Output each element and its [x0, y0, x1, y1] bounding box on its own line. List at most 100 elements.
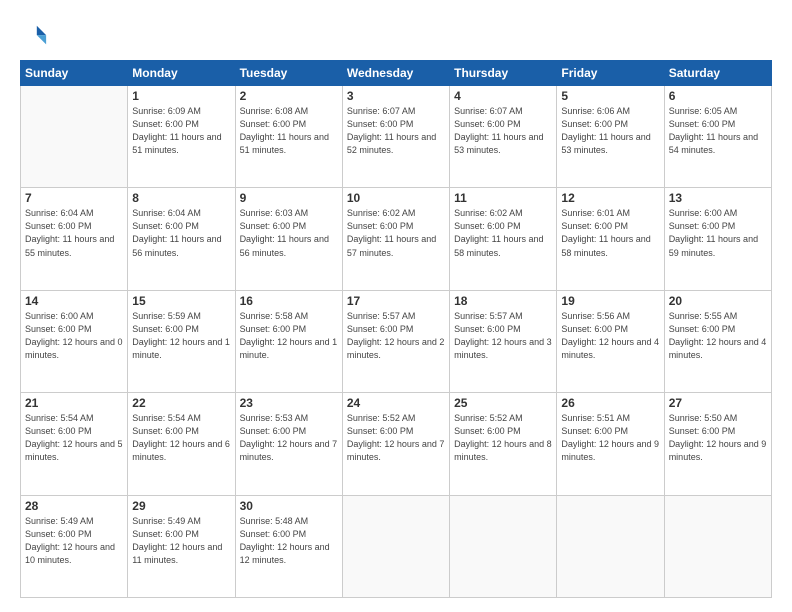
day-info: Sunrise: 5:58 AMSunset: 6:00 PMDaylight:…: [240, 310, 338, 362]
weekday-header-monday: Monday: [128, 61, 235, 86]
weekday-header-saturday: Saturday: [664, 61, 771, 86]
day-info: Sunrise: 5:59 AMSunset: 6:00 PMDaylight:…: [132, 310, 230, 362]
day-info: Sunrise: 6:09 AMSunset: 6:00 PMDaylight:…: [132, 105, 230, 157]
weekday-header-friday: Friday: [557, 61, 664, 86]
day-number: 10: [347, 191, 445, 205]
day-number: 14: [25, 294, 123, 308]
calendar-cell: 22Sunrise: 5:54 AMSunset: 6:00 PMDayligh…: [128, 393, 235, 495]
day-number: 17: [347, 294, 445, 308]
calendar-cell: 29 Sunrise: 5:49 AMSunset: 6:00 PMDayligh…: [128, 495, 235, 597]
day-number: 23: [240, 396, 338, 410]
calendar-cell: 27 Sunrise: 5:50 AMSunset: 6:00 PMDayligh…: [664, 393, 771, 495]
calendar-cell: [450, 495, 557, 597]
day-info: Sunrise: 5:56 AMSunset: 6:00 PMDaylight:…: [561, 310, 659, 362]
calendar-cell: 17 Sunrise: 5:57 AMSunset: 6:00 PMDayligh…: [342, 290, 449, 392]
calendar-cell: [342, 495, 449, 597]
calendar-cell: 20 Sunrise: 5:55 AMSunset: 6:00 PMDayligh…: [664, 290, 771, 392]
day-info: Sunrise: 6:03 AMSunset: 6:00 PMDaylight:…: [240, 207, 338, 259]
week-row-1: 1 Sunrise: 6:09 AMSunset: 6:00 PMDaylight…: [21, 86, 772, 188]
calendar-cell: 16 Sunrise: 5:58 AMSunset: 6:00 PMDayligh…: [235, 290, 342, 392]
day-info: Sunrise: 5:49 AMSunset: 6:00 PMDaylight:…: [132, 515, 230, 567]
page: SundayMondayTuesdayWednesdayThursdayFrid…: [0, 0, 792, 612]
calendar-cell: 4 Sunrise: 6:07 AMSunset: 6:00 PMDaylight…: [450, 86, 557, 188]
day-info: Sunrise: 5:57 AMSunset: 6:00 PMDaylight:…: [454, 310, 552, 362]
calendar-cell: 12 Sunrise: 6:01 AMSunset: 6:00 PMDayligh…: [557, 188, 664, 290]
calendar-cell: 30Sunrise: 5:48 AMSunset: 6:00 PMDayligh…: [235, 495, 342, 597]
day-info: Sunrise: 5:52 AMSunset: 6:00 PMDaylight:…: [347, 412, 445, 464]
day-number: 19: [561, 294, 659, 308]
day-info: Sunrise: 6:07 AMSunset: 6:00 PMDaylight:…: [347, 105, 445, 157]
weekday-header-thursday: Thursday: [450, 61, 557, 86]
calendar-cell: 28 Sunrise: 5:49 AMSunset: 6:00 PMDayligh…: [21, 495, 128, 597]
weekday-header-tuesday: Tuesday: [235, 61, 342, 86]
week-row-2: 7 Sunrise: 6:04 AMSunset: 6:00 PMDaylight…: [21, 188, 772, 290]
weekday-header-row: SundayMondayTuesdayWednesdayThursdayFrid…: [21, 61, 772, 86]
day-number: 30: [240, 499, 338, 513]
day-number: 18: [454, 294, 552, 308]
day-number: 24: [347, 396, 445, 410]
calendar-cell: 19 Sunrise: 5:56 AMSunset: 6:00 PMDayligh…: [557, 290, 664, 392]
calendar-cell: 9 Sunrise: 6:03 AMSunset: 6:00 PMDaylight…: [235, 188, 342, 290]
day-number: 11: [454, 191, 552, 205]
day-info: Sunrise: 5:55 AMSunset: 6:00 PMDaylight:…: [669, 310, 767, 362]
day-info: Sunrise: 6:04 AMSunset: 6:00 PMDaylight:…: [25, 207, 123, 259]
calendar-cell: 11Sunrise: 6:02 AMSunset: 6:00 PMDayligh…: [450, 188, 557, 290]
logo-icon: [20, 22, 48, 50]
day-number: 6: [669, 89, 767, 103]
calendar-cell: 7 Sunrise: 6:04 AMSunset: 6:00 PMDaylight…: [21, 188, 128, 290]
calendar-cell: 8 Sunrise: 6:04 AMSunset: 6:00 PMDaylight…: [128, 188, 235, 290]
calendar-cell: [21, 86, 128, 188]
calendar-cell: 13Sunrise: 6:00 AMSunset: 6:00 PMDayligh…: [664, 188, 771, 290]
day-info: Sunrise: 6:00 AMSunset: 6:00 PMDaylight:…: [669, 207, 767, 259]
day-number: 9: [240, 191, 338, 205]
calendar-cell: 6 Sunrise: 6:05 AMSunset: 6:00 PMDaylight…: [664, 86, 771, 188]
day-info: Sunrise: 5:54 AMSunset: 6:00 PMDaylight:…: [132, 412, 230, 464]
day-info: Sunrise: 5:53 AMSunset: 6:00 PMDaylight:…: [240, 412, 338, 464]
header: [20, 18, 772, 50]
calendar-cell: 25 Sunrise: 5:52 AMSunset: 6:00 PMDayligh…: [450, 393, 557, 495]
calendar-cell: 15Sunrise: 5:59 AMSunset: 6:00 PMDayligh…: [128, 290, 235, 392]
calendar-cell: [557, 495, 664, 597]
calendar-cell: [664, 495, 771, 597]
day-number: 29: [132, 499, 230, 513]
day-info: Sunrise: 6:05 AMSunset: 6:00 PMDaylight:…: [669, 105, 767, 157]
calendar-cell: 14 Sunrise: 6:00 AMSunset: 6:00 PMDayligh…: [21, 290, 128, 392]
week-row-4: 21 Sunrise: 5:54 AMSunset: 6:00 PMDayligh…: [21, 393, 772, 495]
day-number: 12: [561, 191, 659, 205]
day-number: 2: [240, 89, 338, 103]
calendar-cell: 3 Sunrise: 6:07 AMSunset: 6:00 PMDaylight…: [342, 86, 449, 188]
day-info: Sunrise: 5:51 AMSunset: 6:00 PMDaylight:…: [561, 412, 659, 464]
day-number: 26: [561, 396, 659, 410]
day-number: 4: [454, 89, 552, 103]
day-info: Sunrise: 6:04 AMSunset: 6:00 PMDaylight:…: [132, 207, 230, 259]
day-number: 3: [347, 89, 445, 103]
day-number: 1: [132, 89, 230, 103]
calendar-table: SundayMondayTuesdayWednesdayThursdayFrid…: [20, 60, 772, 598]
day-info: Sunrise: 6:07 AMSunset: 6:00 PMDaylight:…: [454, 105, 552, 157]
day-info: Sunrise: 6:02 AMSunset: 6:00 PMDaylight:…: [347, 207, 445, 259]
day-info: Sunrise: 5:50 AMSunset: 6:00 PMDaylight:…: [669, 412, 767, 464]
calendar-cell: 21Sunrise: 5:54 AMSunset: 6:00 PMDayligh…: [21, 393, 128, 495]
day-info: Sunrise: 5:57 AMSunset: 6:00 PMDaylight:…: [347, 310, 445, 362]
day-number: 16: [240, 294, 338, 308]
day-number: 8: [132, 191, 230, 205]
day-info: Sunrise: 6:00 AMSunset: 6:00 PMDaylight:…: [25, 310, 123, 362]
day-info: Sunrise: 5:52 AMSunset: 6:00 PMDaylight:…: [454, 412, 552, 464]
calendar-cell: 1 Sunrise: 6:09 AMSunset: 6:00 PMDaylight…: [128, 86, 235, 188]
day-info: Sunrise: 5:49 AMSunset: 6:00 PMDaylight:…: [25, 515, 123, 567]
day-number: 28: [25, 499, 123, 513]
week-row-5: 28 Sunrise: 5:49 AMSunset: 6:00 PMDayligh…: [21, 495, 772, 597]
calendar-cell: 23 Sunrise: 5:53 AMSunset: 6:00 PMDayligh…: [235, 393, 342, 495]
calendar-cell: 26 Sunrise: 5:51 AMSunset: 6:00 PMDayligh…: [557, 393, 664, 495]
calendar-cell: 10 Sunrise: 6:02 AMSunset: 6:00 PMDayligh…: [342, 188, 449, 290]
day-number: 25: [454, 396, 552, 410]
day-number: 20: [669, 294, 767, 308]
day-number: 21: [25, 396, 123, 410]
day-number: 27: [669, 396, 767, 410]
day-number: 7: [25, 191, 123, 205]
calendar-cell: 5Sunrise: 6:06 AMSunset: 6:00 PMDaylight…: [557, 86, 664, 188]
day-info: Sunrise: 6:08 AMSunset: 6:00 PMDaylight:…: [240, 105, 338, 157]
day-info: Sunrise: 6:06 AMSunset: 6:00 PMDaylight:…: [561, 105, 659, 157]
weekday-header-sunday: Sunday: [21, 61, 128, 86]
day-info: Sunrise: 6:01 AMSunset: 6:00 PMDaylight:…: [561, 207, 659, 259]
